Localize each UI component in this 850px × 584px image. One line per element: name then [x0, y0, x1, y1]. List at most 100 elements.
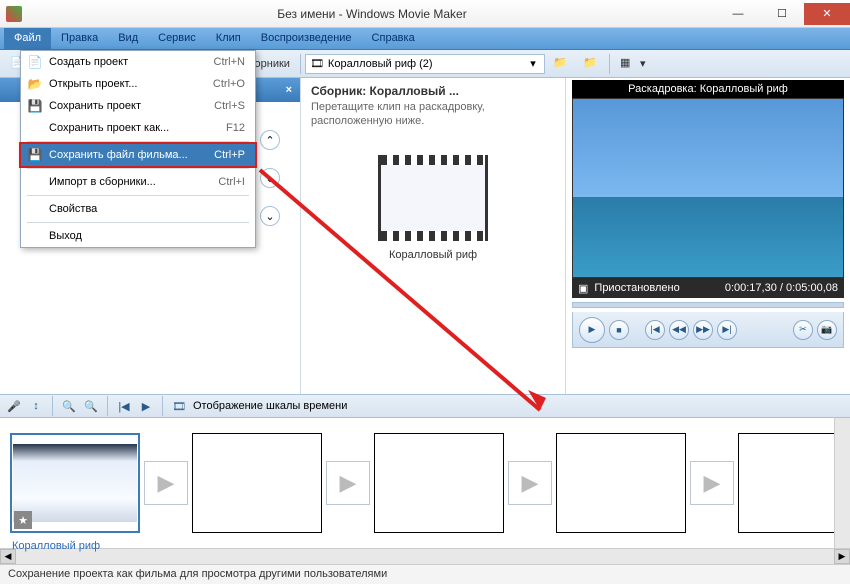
preview-pane: Раскадровка: Коралловый риф ▣ Приостанов…: [566, 78, 850, 394]
menu-new-project[interactable]: 📄 Создать проект Ctrl+N: [21, 51, 255, 73]
expand-chevron-icon[interactable]: ⌄: [260, 206, 280, 226]
window-titlebar: Без имени - Windows Movie Maker — ☐ ✕: [0, 0, 850, 28]
clip-thumbnail: [378, 155, 488, 241]
file-menu-dropdown: 📄 Создать проект Ctrl+N 📂 Открыть проект…: [20, 50, 256, 248]
item-shortcut: Ctrl+N: [214, 56, 249, 68]
item-label: Импорт в сборники...: [49, 176, 212, 188]
next-button[interactable]: ▶|: [717, 320, 737, 340]
effects-star-icon[interactable]: ★: [14, 511, 32, 529]
clip-label: Коралловый риф: [373, 249, 493, 261]
view-icon: ▦: [620, 56, 636, 72]
storyboard[interactable]: ★ ▶ ▶ ▶ ▶: [0, 418, 850, 548]
rewind-timeline-icon[interactable]: |◀: [116, 398, 132, 414]
collection-pane: Сборник: Коралловый ... Перетащите клип …: [300, 78, 566, 394]
seek-slider[interactable]: [572, 302, 844, 308]
storyboard-clip[interactable]: ★: [10, 433, 140, 533]
menu-save-project[interactable]: 💾 Сохранить проект Ctrl+S: [21, 95, 255, 117]
zoom-in-icon[interactable]: 🔍: [61, 398, 77, 414]
play-button[interactable]: ▶: [579, 317, 605, 343]
playback-status: Приостановлено: [594, 282, 679, 294]
time-total: 0:05:00,08: [786, 282, 838, 294]
scroll-right-icon[interactable]: ▶: [834, 549, 850, 564]
new-folder-icon: 📁: [583, 56, 599, 72]
transition-slot[interactable]: ▶: [326, 461, 370, 505]
menubar: Файл Правка Вид Сервис Клип Воспроизведе…: [0, 28, 850, 50]
timeline-mode-label[interactable]: Отображение шкалы времени: [193, 400, 347, 412]
menu-edit[interactable]: Правка: [51, 28, 108, 49]
menu-help[interactable]: Справка: [362, 28, 425, 49]
separator: [162, 396, 163, 416]
menu-separator: [27, 168, 249, 169]
menu-clip[interactable]: Клип: [206, 28, 251, 49]
audio-levels-icon[interactable]: ↕: [28, 398, 44, 414]
storyboard-empty-slot[interactable]: [374, 433, 504, 533]
snapshot-button[interactable]: 📷: [817, 320, 837, 340]
save-icon: 💾: [27, 98, 43, 114]
menu-play[interactable]: Воспроизведение: [251, 28, 362, 49]
preview-statusbar: ▣ Приостановлено 0:00:17,30 / 0:05:00,08: [572, 278, 844, 298]
app-icon: [6, 6, 22, 22]
storyboard-empty-slot[interactable]: [192, 433, 322, 533]
timeline-mode-icon: 🎞: [171, 398, 187, 414]
expand-chevron-icon[interactable]: ⌃: [260, 130, 280, 150]
zoom-out-icon[interactable]: 🔍: [83, 398, 99, 414]
menu-open-project[interactable]: 📂 Открыть проект... Ctrl+O: [21, 73, 255, 95]
storyboard-wrapper: ★ ▶ ▶ ▶ ▶ Коралловый риф ◀ ▶: [0, 418, 850, 564]
menu-file[interactable]: Файл: [4, 28, 51, 49]
menu-separator: [27, 222, 249, 223]
collection-title: Сборник: Коралловый ...: [311, 84, 555, 98]
tb-new-folder[interactable]: 📁: [577, 54, 605, 74]
rewind-button[interactable]: ◀◀: [669, 320, 689, 340]
menu-separator: [27, 141, 249, 142]
scrollbar-vertical[interactable]: [834, 418, 850, 548]
preview-title: Раскадровка: Коралловый риф: [572, 80, 844, 98]
item-shortcut: Ctrl+O: [213, 78, 249, 90]
expand-chevron-icon[interactable]: ⌄: [260, 168, 280, 188]
window-title: Без имени - Windows Movie Maker: [28, 7, 716, 21]
collection-selected: Коралловый риф (2): [328, 58, 433, 70]
maximize-button[interactable]: ☐: [760, 3, 804, 25]
item-shortcut: Ctrl+I: [218, 176, 249, 188]
storyboard-empty-slot[interactable]: [556, 433, 686, 533]
storyboard-clip-caption: Коралловый риф: [12, 540, 100, 552]
collection-dropdown[interactable]: 🎞 Коралловый риф (2) ▾: [305, 54, 545, 74]
item-shortcut: F12: [226, 122, 249, 134]
blank-icon: [27, 120, 43, 136]
menu-view[interactable]: Вид: [108, 28, 148, 49]
clip-item[interactable]: Коралловый риф: [373, 155, 493, 261]
menu-exit[interactable]: Выход: [21, 225, 255, 247]
time-display: 0:00:17,30 / 0:05:00,08: [725, 282, 838, 294]
blank-icon: [27, 228, 43, 244]
transition-slot[interactable]: ▶: [144, 461, 188, 505]
clip-thumb-icon: 🎞: [310, 57, 324, 70]
collection-hint: Перетащите клип на раскадровку, располож…: [311, 100, 555, 129]
narrate-icon[interactable]: 🎤: [6, 398, 22, 414]
menu-save-movie-file[interactable]: 💾 Сохранить файл фильма... Ctrl+P: [21, 144, 255, 166]
menu-tools[interactable]: Сервис: [148, 28, 206, 49]
menu-import-collections[interactable]: Импорт в сборники... Ctrl+I: [21, 171, 255, 193]
menu-save-project-as[interactable]: Сохранить проект как... F12: [21, 117, 255, 139]
minimize-button[interactable]: —: [716, 3, 760, 25]
timeline-toolbar: 🎤 ↕ 🔍 🔍 |◀ ▶ 🎞 Отображение шкалы времени: [0, 394, 850, 418]
pause-indicator-icon: ▣: [578, 282, 588, 295]
close-button[interactable]: ✕: [804, 3, 850, 25]
split-button[interactable]: ✂: [793, 320, 813, 340]
time-current: 0:00:17,30: [725, 282, 777, 294]
blank-icon: [27, 201, 43, 217]
item-label: Сохранить проект: [49, 100, 208, 112]
stop-button[interactable]: ■: [609, 320, 629, 340]
tb-up-level[interactable]: 📁: [547, 54, 575, 74]
item-label: Выход: [49, 230, 239, 242]
menu-properties[interactable]: Свойства: [21, 198, 255, 220]
scrollbar-horizontal[interactable]: ◀ ▶: [0, 548, 850, 564]
open-icon: 📂: [27, 76, 43, 92]
tb-view-mode[interactable]: ▦▾: [614, 54, 652, 74]
item-label: Свойства: [49, 203, 239, 215]
forward-button[interactable]: ▶▶: [693, 320, 713, 340]
preview-video[interactable]: [572, 98, 844, 278]
prev-button[interactable]: |◀: [645, 320, 665, 340]
transition-slot[interactable]: ▶: [508, 461, 552, 505]
close-icon[interactable]: ×: [286, 84, 292, 96]
transition-slot[interactable]: ▶: [690, 461, 734, 505]
play-timeline-icon[interactable]: ▶: [138, 398, 154, 414]
